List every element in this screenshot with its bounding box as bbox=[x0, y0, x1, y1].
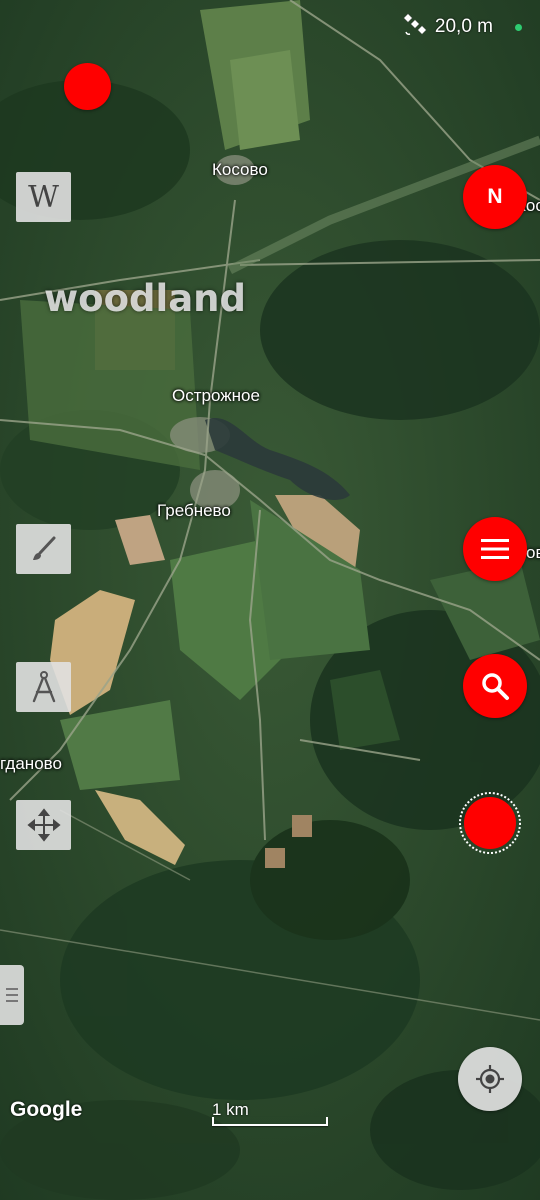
measure-button[interactable] bbox=[16, 662, 71, 712]
place-label-kosovo: Косово bbox=[212, 160, 268, 179]
satellite-icon bbox=[403, 12, 427, 42]
satellite-map[interactable] bbox=[0, 0, 540, 1200]
wikipedia-button[interactable]: W bbox=[16, 172, 71, 222]
compass-button[interactable]: N bbox=[463, 165, 527, 229]
gps-status: 20,0 m bbox=[403, 12, 522, 42]
brush-icon bbox=[32, 536, 55, 560]
accuracy-text: 20,0 m bbox=[434, 16, 493, 37]
place-label-ostrozhnoe: Острожное bbox=[172, 386, 260, 405]
handle-icon bbox=[6, 988, 18, 990]
record-icon bbox=[459, 792, 521, 854]
google-attribution: Google bbox=[10, 1098, 83, 1121]
scale-bar: 1 km bbox=[212, 1100, 328, 1126]
locate-icon bbox=[476, 1065, 504, 1093]
my-location-button[interactable] bbox=[458, 1047, 522, 1111]
side-panel-handle[interactable] bbox=[0, 965, 24, 1025]
menu-button[interactable] bbox=[463, 517, 527, 581]
place-label-grebnevo: Гребнево bbox=[157, 501, 231, 520]
scale-bar-line bbox=[212, 1117, 328, 1126]
record-button[interactable] bbox=[458, 791, 522, 855]
move-button[interactable] bbox=[16, 800, 71, 850]
record-status-button[interactable] bbox=[64, 63, 111, 110]
layer-label: woodland bbox=[44, 277, 246, 320]
wikipedia-icon: W bbox=[28, 179, 59, 215]
compass-drawing-icon bbox=[32, 671, 55, 703]
place-label-ov-partial: ов bbox=[526, 543, 540, 562]
search-icon bbox=[482, 673, 509, 700]
gps-indicator-icon bbox=[515, 23, 522, 31]
move-arrows-icon bbox=[26, 808, 61, 842]
draw-button[interactable] bbox=[16, 524, 71, 574]
place-label-gdanovo: гданово bbox=[0, 754, 62, 773]
menu-icon bbox=[481, 539, 509, 559]
search-button[interactable] bbox=[463, 654, 527, 718]
